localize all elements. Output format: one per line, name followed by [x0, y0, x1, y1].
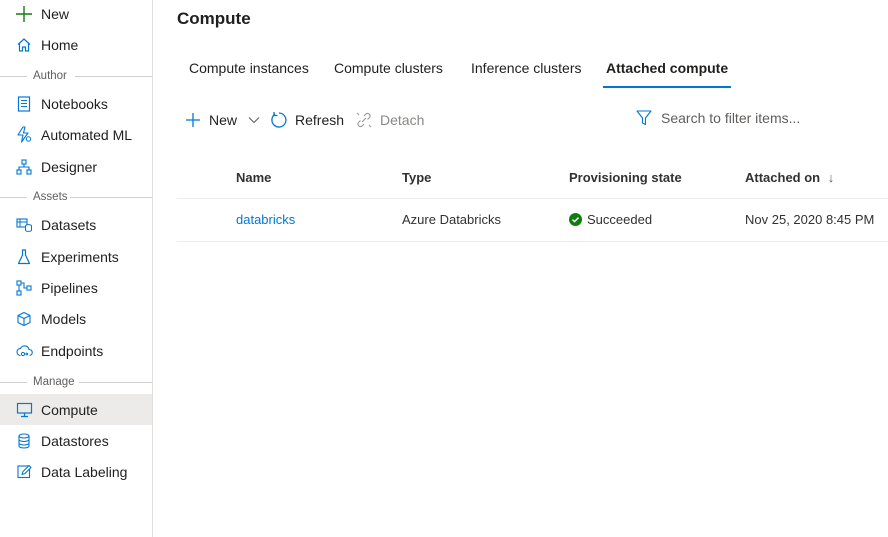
provisioning-status: Succeeded [569, 212, 652, 227]
tab-label: Attached compute [606, 60, 729, 76]
sidebar-item-label: Notebooks [41, 95, 108, 112]
flask-icon [15, 248, 33, 266]
sidebar-item-endpoints[interactable]: Endpoints [0, 335, 152, 366]
sidebar-item-label: Home [41, 36, 79, 53]
section-assets: Assets [0, 190, 152, 204]
main-content: Compute Compute instances Compute cluste… [153, 0, 888, 537]
sort-descending-icon: ↓ [827, 170, 835, 185]
column-header-label: Attached on [745, 170, 821, 185]
column-header-attached-on[interactable]: Attached on ↓ [745, 170, 834, 185]
page-title: Compute [177, 9, 251, 28]
sidebar-item-new[interactable]: New [0, 0, 152, 29]
tab-label: Compute instances [189, 60, 309, 76]
sidebar-item-home[interactable]: Home [0, 29, 152, 60]
tab-label: Compute clusters [334, 60, 443, 76]
compute-type: Azure Databricks [402, 212, 501, 227]
sidebar-item-models[interactable]: Models [0, 303, 152, 334]
refresh-icon [270, 111, 288, 129]
section-label: Manage [33, 375, 75, 389]
tab-compute-clusters[interactable]: Compute clusters [334, 52, 443, 88]
endpoint-cloud-icon [15, 342, 33, 360]
unlink-icon [355, 111, 373, 129]
column-header-provisioning-state[interactable]: Provisioning state [569, 170, 682, 185]
app-root: New Home Author Notebooks Automated ML D… [0, 0, 888, 537]
detach-button-label: Detach [380, 112, 425, 128]
sidebar-item-label: Models [41, 310, 87, 327]
pipeline-icon [15, 279, 33, 297]
sidebar-item-data-labeling[interactable]: Data Labeling [0, 456, 152, 487]
notebook-icon [15, 95, 33, 113]
detach-button[interactable]: Detach [355, 106, 424, 134]
compute-name-link[interactable]: databricks [236, 212, 295, 227]
section-author: Author [0, 69, 152, 83]
sidebar-item-label: Automated ML [41, 126, 133, 143]
chevron-down-icon [245, 111, 263, 129]
monitor-icon [15, 401, 33, 419]
sidebar-item-label: Pipelines [41, 279, 98, 296]
sidebar-item-label: Designer [41, 158, 98, 175]
sidebar-item-label: New [41, 5, 70, 22]
sidebar-item-label: Datastores [41, 432, 109, 449]
tab-compute-instances[interactable]: Compute instances [189, 52, 309, 88]
attached-compute-table: Name Type Provisioning state Attached on… [177, 158, 888, 242]
section-manage: Manage [0, 375, 152, 389]
edit-label-icon [15, 463, 33, 481]
sidebar-item-label: Experiments [41, 248, 119, 265]
status-label: Succeeded [587, 212, 653, 227]
datasets-icon [15, 216, 33, 234]
tab-attached-compute[interactable]: Attached compute [603, 52, 732, 88]
tab-inference-clusters[interactable]: Inference clusters [471, 52, 582, 88]
active-tab-indicator [603, 86, 732, 88]
left-nav: New Home Author Notebooks Automated ML D… [0, 0, 153, 537]
refresh-button-label: Refresh [295, 112, 345, 128]
table-header: Name Type Provisioning state Attached on… [177, 158, 888, 199]
sidebar-item-datasets[interactable]: Datasets [0, 209, 152, 240]
new-button-label: New [209, 112, 238, 128]
designer-icon [15, 158, 33, 176]
sidebar-item-compute[interactable]: Compute [0, 394, 152, 425]
column-header-name[interactable]: Name [236, 170, 271, 185]
automated-ml-icon [15, 126, 33, 144]
plus-icon [184, 111, 202, 129]
refresh-button[interactable]: Refresh [270, 106, 344, 134]
command-bar: New Refresh Detach Search to filter item… [184, 106, 864, 134]
sidebar-item-notebooks[interactable]: Notebooks [0, 88, 152, 119]
sidebar-item-experiments[interactable]: Experiments [0, 241, 152, 272]
sidebar-item-label: Compute [41, 401, 98, 418]
table-row[interactable]: databricks Azure Databricks Succeeded No… [177, 199, 888, 242]
sidebar-item-datastores[interactable]: Datastores [0, 425, 152, 456]
plus-icon [15, 5, 33, 23]
sidebar-item-label: Datasets [41, 216, 97, 233]
section-label: Author [33, 69, 67, 83]
sidebar-item-designer[interactable]: Designer [0, 151, 152, 182]
sidebar-item-label: Data Labeling [41, 463, 128, 480]
sidebar-item-pipelines[interactable]: Pipelines [0, 272, 152, 303]
search-box[interactable]: Search to filter items... [636, 106, 800, 130]
new-button[interactable]: New [184, 106, 263, 134]
sidebar-item-label: Endpoints [41, 342, 104, 359]
section-label: Assets [33, 190, 68, 204]
search-input-placeholder: Search to filter items... [661, 110, 801, 126]
home-icon [15, 36, 33, 54]
success-check-icon [569, 213, 582, 226]
attached-on-date: Nov 25, 2020 8:45 PM [745, 212, 875, 227]
sidebar-item-automated-ml[interactable]: Automated ML [0, 119, 152, 150]
cube-icon [15, 310, 33, 328]
tab-label: Inference clusters [471, 60, 582, 76]
database-icon [15, 432, 33, 450]
column-header-type[interactable]: Type [402, 170, 431, 185]
filter-icon [636, 109, 652, 127]
